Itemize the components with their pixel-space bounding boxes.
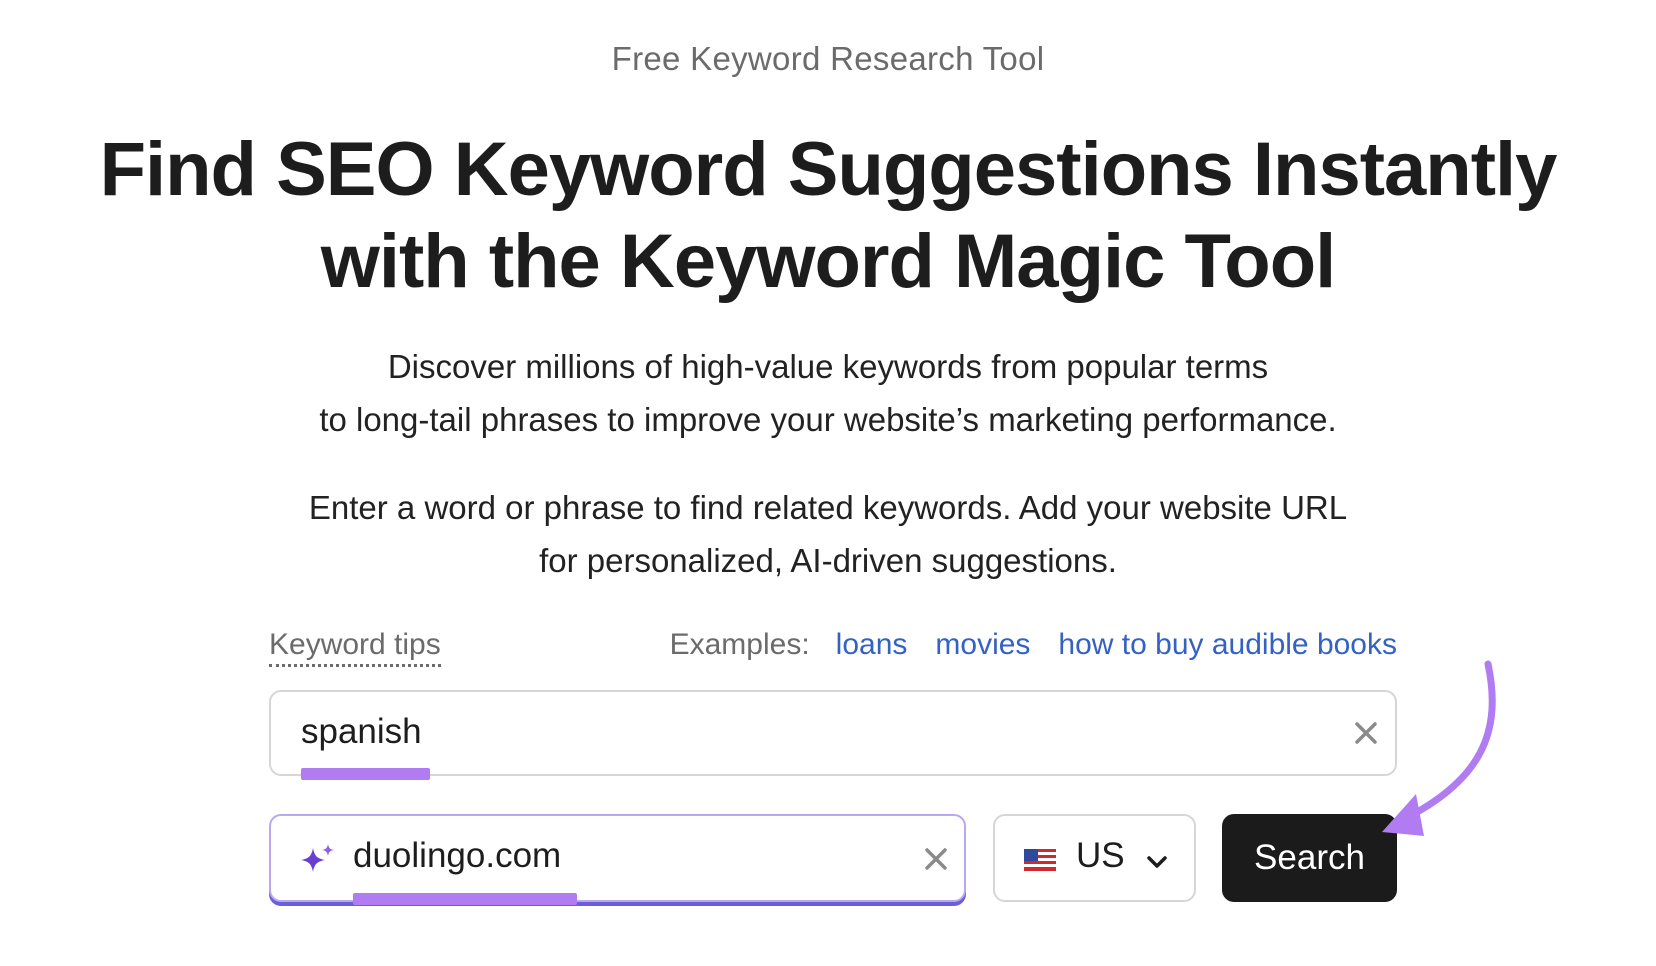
tips-row: Keyword tips Examples: loans movies how … bbox=[269, 628, 1397, 672]
example-link-audible-books[interactable]: how to buy audible books bbox=[1058, 628, 1397, 662]
country-select[interactable]: US bbox=[993, 814, 1196, 902]
page-description: Discover millions of high-value keywords… bbox=[0, 340, 1656, 446]
search-instructions: Enter a word or phrase to find related k… bbox=[0, 481, 1656, 587]
search-button[interactable]: Search bbox=[1222, 814, 1397, 902]
clear-domain-icon[interactable] bbox=[919, 842, 953, 876]
instructions-line-1: Enter a word or phrase to find related k… bbox=[308, 489, 1348, 526]
description-line-1: Discover millions of high-value keywords… bbox=[387, 348, 1269, 385]
page-eyebrow: Free Keyword Research Tool bbox=[611, 40, 1045, 77]
keyword-tips-link[interactable]: Keyword tips bbox=[269, 628, 441, 667]
domain-input-value: duolingo.com bbox=[353, 836, 562, 875]
clear-keyword-icon[interactable] bbox=[1349, 716, 1383, 750]
examples-list: Examples: loans movies how to buy audibl… bbox=[670, 628, 1397, 662]
ai-sparkle-icon bbox=[301, 844, 334, 872]
page-title: Find SEO Keyword Suggestions Instantly w… bbox=[0, 124, 1656, 308]
domain-input[interactable]: duolingo.com bbox=[269, 814, 966, 902]
description-line-2: to long-tail phrases to improve your web… bbox=[319, 401, 1337, 438]
keyword-highlight-underline bbox=[301, 768, 430, 780]
example-link-loans[interactable]: loans bbox=[836, 628, 908, 662]
keyword-input-value: spanish bbox=[301, 712, 422, 751]
us-flag-icon bbox=[1024, 849, 1056, 871]
country-code: US bbox=[1076, 836, 1125, 875]
arrow-annotation-icon bbox=[1382, 660, 1496, 836]
keyword-input[interactable]: spanish bbox=[269, 690, 1397, 776]
example-link-movies[interactable]: movies bbox=[935, 628, 1030, 662]
chevron-down-icon bbox=[1147, 856, 1167, 868]
domain-highlight-underline bbox=[353, 893, 577, 905]
instructions-line-2: for personalized, AI-driven suggestions. bbox=[539, 542, 1117, 579]
page-title-line-1: Find SEO Keyword Suggestions Instantly bbox=[99, 127, 1558, 212]
page-title-line-2: with the Keyword Magic Tool bbox=[320, 219, 1337, 304]
examples-label: Examples: bbox=[669, 628, 810, 661]
